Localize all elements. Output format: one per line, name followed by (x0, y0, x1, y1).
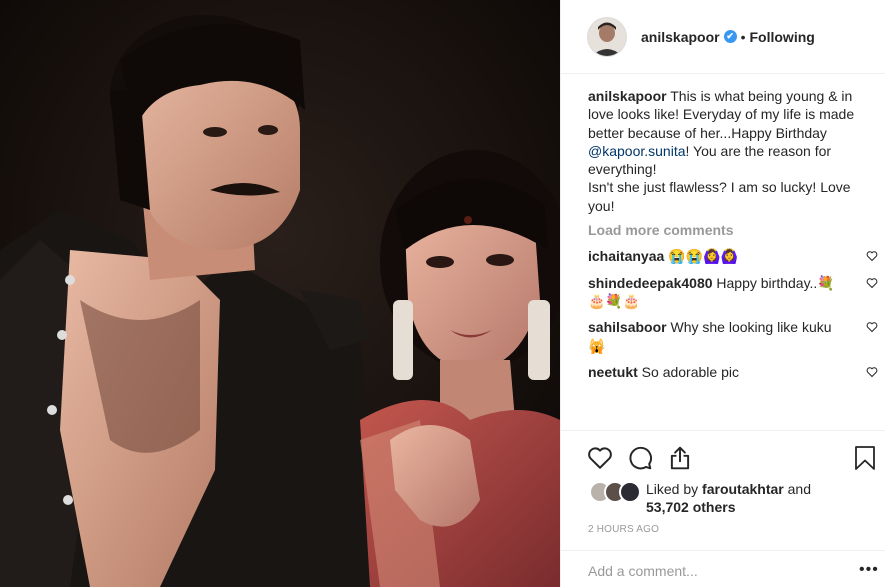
likes-text: Liked by faroutakhtar and 53,702 others (646, 480, 879, 516)
post-caption: anilskapoor This is what being young & i… (588, 87, 878, 215)
comment-username[interactable]: shindedeepak4080 (588, 275, 713, 291)
comment-username[interactable]: neetukt (588, 364, 638, 380)
comment-icon[interactable] (627, 445, 653, 471)
caption-text-3: Isn't she just flawless? I am so lucky! … (588, 179, 851, 214)
bookmark-icon[interactable] (853, 445, 877, 471)
author-username[interactable]: anilskapoor (641, 29, 720, 45)
verified-icon: ✔ (723, 30, 737, 43)
post-timestamp[interactable]: 2 HOURS AGO (588, 524, 659, 535)
heart-icon[interactable] (587, 445, 613, 471)
add-comment-input[interactable]: Add a comment... (588, 563, 698, 579)
more-icon[interactable]: ••• (859, 562, 879, 578)
like-comment-heart-icon[interactable] (866, 250, 878, 262)
like-comment-heart-icon[interactable] (866, 277, 878, 289)
comment-item: shindedeepak4080 Happy birthday..💐🎂💐🎂 (588, 274, 878, 311)
caption-username[interactable]: anilskapoor (588, 88, 667, 104)
comment-item: ichaitanyaa 😭😭🙆‍♀️🙆‍♀️ (588, 247, 878, 265)
liker-avatar (619, 481, 641, 503)
comment-text: So adorable pic (637, 363, 739, 380)
liker-username[interactable]: faroutakhtar (702, 481, 784, 497)
likes-prefix: Liked by (646, 481, 703, 497)
instagram-post-view: anilskapoor ✔ • Following anilskapoor Th… (0, 0, 885, 587)
likes-count-link[interactable]: 53,702 others (646, 499, 736, 515)
like-comment-heart-icon[interactable] (866, 366, 878, 378)
comment-username[interactable]: sahilsaboor (588, 319, 667, 335)
author-avatar[interactable] (587, 16, 627, 57)
likes-middle: and (783, 481, 811, 497)
post-photo[interactable] (0, 0, 560, 587)
comment-username[interactable]: ichaitanyaa (588, 248, 664, 264)
likes-summary: Liked by faroutakhtar and 53,702 others (589, 480, 879, 516)
action-icons (587, 445, 707, 471)
load-more-comments-button[interactable]: Load more comments (588, 221, 878, 239)
comment-text: 😭😭🙆‍♀️🙆‍♀️ (664, 248, 738, 265)
post-sidebar: anilskapoor ✔ • Following anilskapoor Th… (560, 0, 885, 587)
author-avatar-image (588, 17, 626, 56)
following-button[interactable]: Following (750, 29, 815, 45)
post-header: anilskapoor ✔ • Following (561, 0, 885, 74)
post-actions-bar (561, 430, 885, 470)
post-photo-image (0, 0, 560, 587)
liker-avatars (589, 481, 641, 503)
comments-section: anilskapoor This is what being young & i… (588, 87, 878, 381)
comment-item: sahilsaboor Why she looking like kuku 🙀 (588, 318, 878, 355)
add-comment-bar: Add a comment... ••• (561, 550, 885, 588)
like-comment-heart-icon[interactable] (866, 321, 878, 333)
share-icon[interactable] (667, 445, 693, 471)
separator-dot: • (740, 28, 746, 45)
comment-item: neetukt So adorable pic (588, 363, 878, 381)
caption-mention-link[interactable]: @kapoor.sunita (588, 143, 686, 159)
